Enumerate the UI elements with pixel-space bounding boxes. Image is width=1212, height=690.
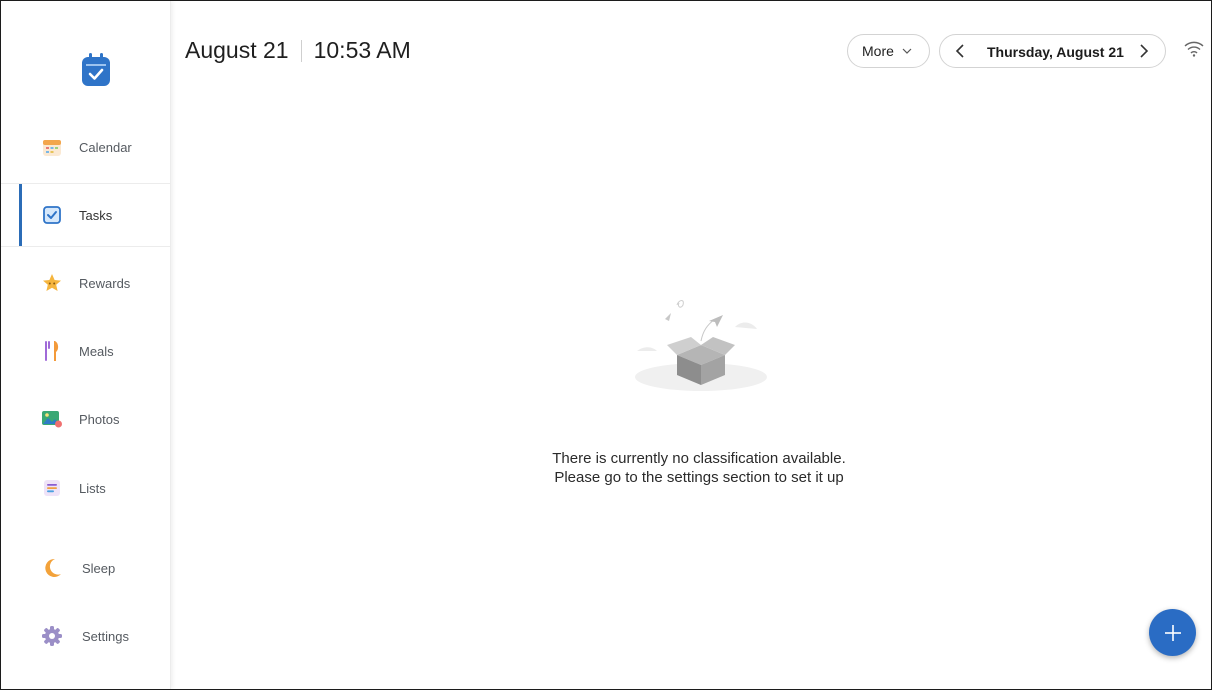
empty-state-line1: There is currently no classification ava… xyxy=(552,450,846,467)
more-dropdown-button[interactable]: More xyxy=(847,34,930,68)
tasks-checkbox-icon xyxy=(41,204,63,226)
gear-icon xyxy=(41,625,63,647)
chevron-left-icon[interactable] xyxy=(954,43,968,62)
header-divider xyxy=(300,39,302,62)
sidebar-item-label: Settings xyxy=(82,628,129,644)
sidebar-item-settings[interactable]: Settings xyxy=(1,605,170,667)
chevron-right-icon[interactable] xyxy=(1136,43,1150,62)
empty-state-line2: Please go to the settings section to set… xyxy=(554,469,844,486)
empty-state-message: There is currently no classification ava… xyxy=(421,449,977,487)
sidebar-item-calendar[interactable]: Calendar xyxy=(1,116,170,178)
sidebar-item-label: Meals xyxy=(79,343,114,359)
active-indicator xyxy=(19,184,22,246)
sidebar-item-label: Tasks xyxy=(79,207,113,223)
sidebar-item-rewards[interactable]: Rewards xyxy=(1,252,170,314)
sidebar-item-meals[interactable]: Meals xyxy=(1,320,170,382)
wifi-icon xyxy=(1184,41,1204,62)
calendar-icon xyxy=(41,136,63,158)
header-datetime: August 21 10:53 AM xyxy=(185,37,411,64)
moon-icon xyxy=(41,557,63,579)
sidebar-item-sleep[interactable]: Sleep xyxy=(1,537,170,599)
date-navigator: Thursday, August 21 xyxy=(939,34,1166,68)
sidebar-item-label: Calendar xyxy=(79,139,132,155)
add-button[interactable] xyxy=(1149,609,1196,656)
sidebar-item-photos[interactable]: Photos xyxy=(1,388,170,450)
current-day-label[interactable]: Thursday, August 21 xyxy=(987,44,1124,60)
photos-icon xyxy=(41,408,63,430)
chevron-down-icon xyxy=(902,43,912,59)
sidebar-item-label: Rewards xyxy=(79,275,131,291)
sidebar: Calendar Tasks Rewards Meals Photos List… xyxy=(1,1,171,689)
app-window: Calendar Tasks Rewards Meals Photos List… xyxy=(0,0,1212,690)
more-label: More xyxy=(862,43,894,59)
sidebar-item-label: Sleep xyxy=(82,560,116,576)
sidebar-item-lists[interactable]: Lists xyxy=(1,457,170,519)
fork-knife-icon xyxy=(41,340,63,362)
list-icon xyxy=(41,477,63,499)
header-time: 10:53 AM xyxy=(313,37,411,63)
header-date: August 21 xyxy=(185,37,289,63)
sidebar-item-label: Photos xyxy=(79,411,120,427)
sidebar-item-tasks[interactable]: Tasks xyxy=(1,183,170,247)
star-icon xyxy=(41,272,63,294)
empty-box-illustration xyxy=(635,300,767,391)
sidebar-item-label: Lists xyxy=(79,480,106,496)
app-logo-icon xyxy=(82,53,110,86)
plus-icon xyxy=(1164,624,1181,641)
